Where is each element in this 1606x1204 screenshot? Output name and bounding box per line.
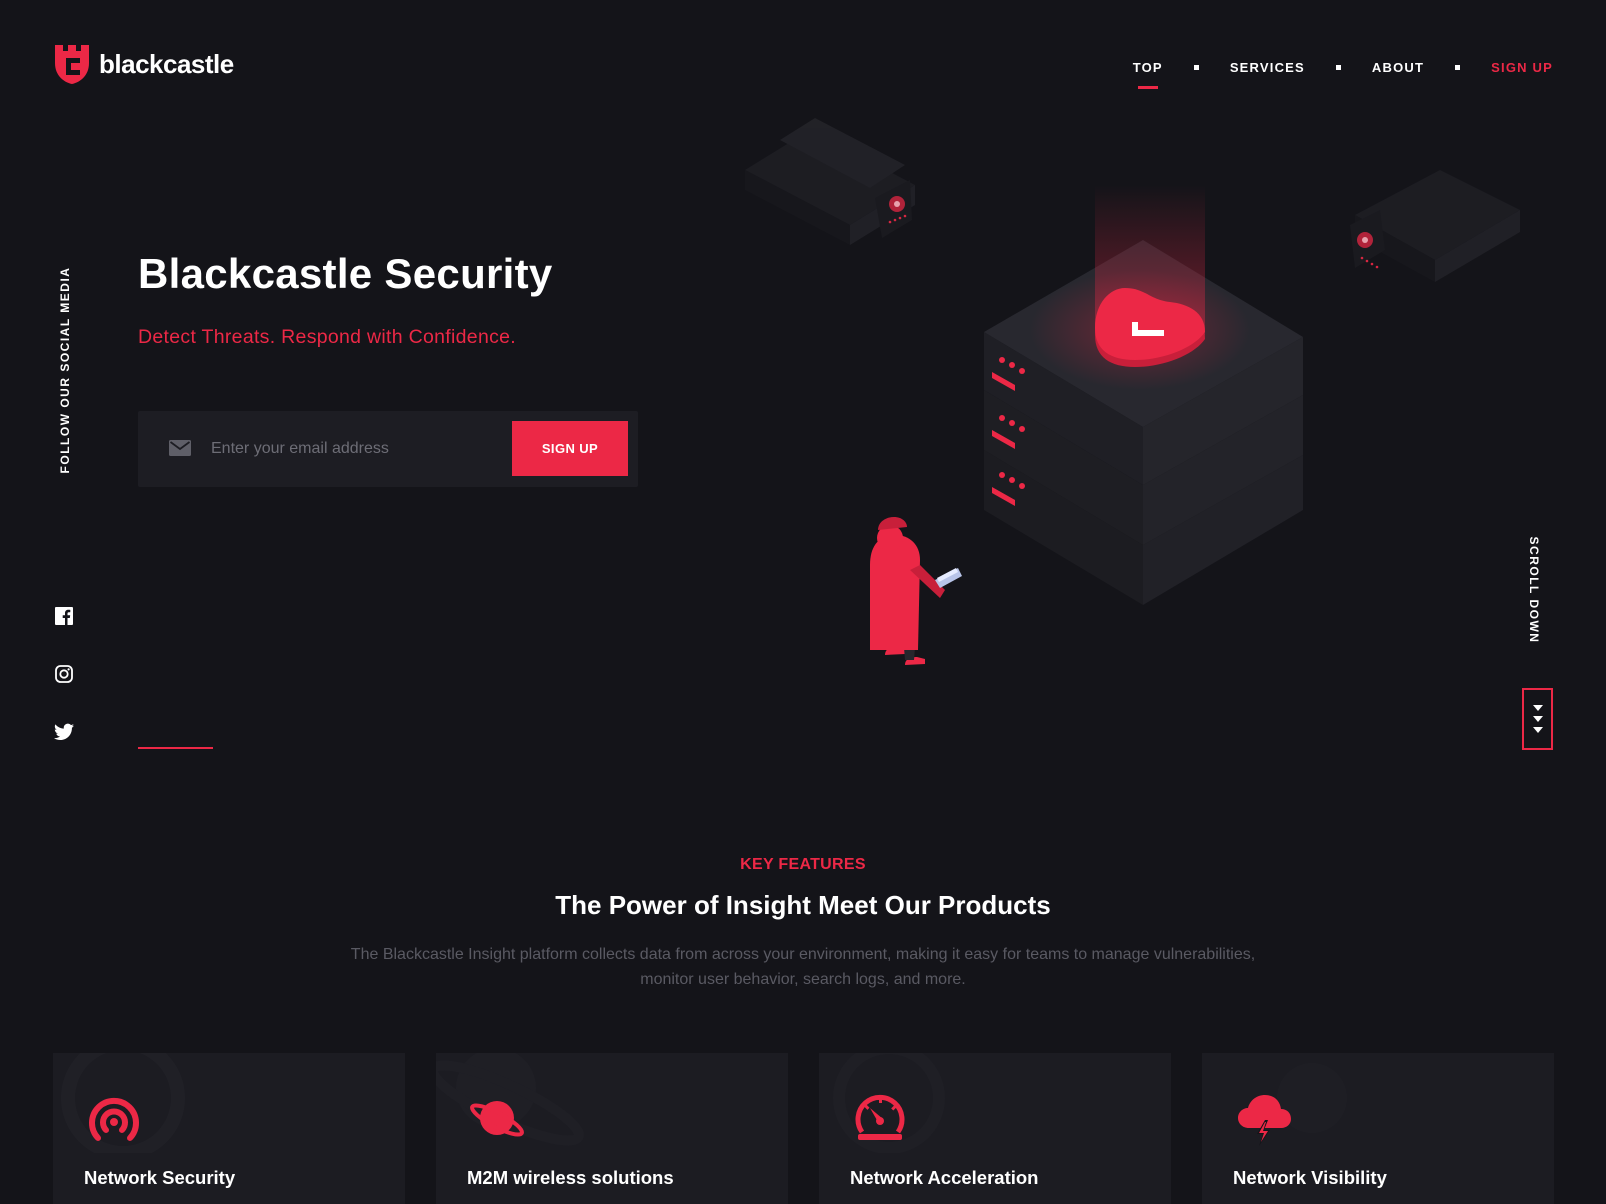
security-illustration: [745, 118, 1520, 665]
broadcast-icon: [89, 1097, 139, 1141]
feature-card-network-visibility[interactable]: Network Visibility: [1202, 1053, 1554, 1204]
hero-accent-line: [138, 747, 213, 749]
main-nav: TOP SERVICES ABOUT SIGN UP: [1133, 60, 1553, 75]
feature-card-title: Network Acceleration: [850, 1167, 1039, 1188]
sign-up-button[interactable]: SIGN UP: [512, 421, 628, 476]
security-camera-right: [1350, 170, 1520, 282]
social-media-label: FOLLOW OUR SOCIAL MEDIA: [58, 266, 72, 474]
scroll-down-button[interactable]: [1522, 688, 1553, 750]
landing-page: blackcastle TOP SERVICES ABOUT SIGN UP F…: [0, 0, 1606, 1204]
logo[interactable]: blackcastle: [53, 43, 234, 85]
feature-card-title: Network Visibility: [1233, 1167, 1387, 1188]
feature-card-m2m-wireless[interactable]: M2M wireless solutions: [436, 1053, 788, 1204]
chevron-down-icon: [1532, 716, 1543, 722]
nav-separator: [1335, 65, 1341, 70]
nav-sign-up[interactable]: SIGN UP: [1491, 60, 1553, 75]
nav-top[interactable]: TOP: [1133, 60, 1163, 75]
logo-text: blackcastle: [99, 48, 234, 79]
hero-subtitle: Detect Threats. Respond with Confidence.: [138, 326, 517, 348]
features-title: The Power of Insight Meet Our Products: [555, 890, 1051, 920]
feature-card-network-security[interactable]: Network Security: [53, 1053, 405, 1204]
nav-services[interactable]: SERVICES: [1230, 60, 1305, 75]
email-signup-form: SIGN UP: [138, 411, 638, 487]
feature-card-title: Network Security: [84, 1167, 236, 1188]
hero-title: Blackcastle Security: [138, 250, 553, 297]
scroll-down-label: SCROLL DOWN: [1527, 536, 1541, 644]
nav-about[interactable]: ABOUT: [1372, 60, 1424, 75]
features-eyebrow: KEY FEATURES: [740, 856, 866, 873]
person-figure: [870, 517, 962, 665]
cloud-lightning-icon: [1238, 1095, 1291, 1146]
feature-card-network-acceleration[interactable]: Network Acceleration: [819, 1053, 1171, 1204]
security-camera-left: [745, 118, 915, 245]
features-description: The Blackcastle Insight platform collect…: [350, 946, 1256, 988]
twitter-icon[interactable]: [54, 722, 74, 742]
castle-logo-icon: [55, 45, 89, 84]
mail-icon: [169, 440, 191, 456]
planet-icon: [470, 1101, 524, 1137]
chevron-down-icon: [1532, 727, 1543, 733]
chevron-down-icon: [1532, 705, 1543, 711]
feature-cards: Network Security M2M wireless solutions: [53, 1053, 1554, 1204]
speedometer-icon: [855, 1094, 905, 1140]
facebook-icon[interactable]: [54, 606, 74, 626]
instagram-icon[interactable]: [54, 664, 74, 684]
nav-separator: [1193, 65, 1199, 70]
feature-card-title: M2M wireless solutions: [467, 1167, 674, 1188]
nav-separator: [1455, 65, 1461, 70]
email-input[interactable]: [211, 433, 501, 465]
